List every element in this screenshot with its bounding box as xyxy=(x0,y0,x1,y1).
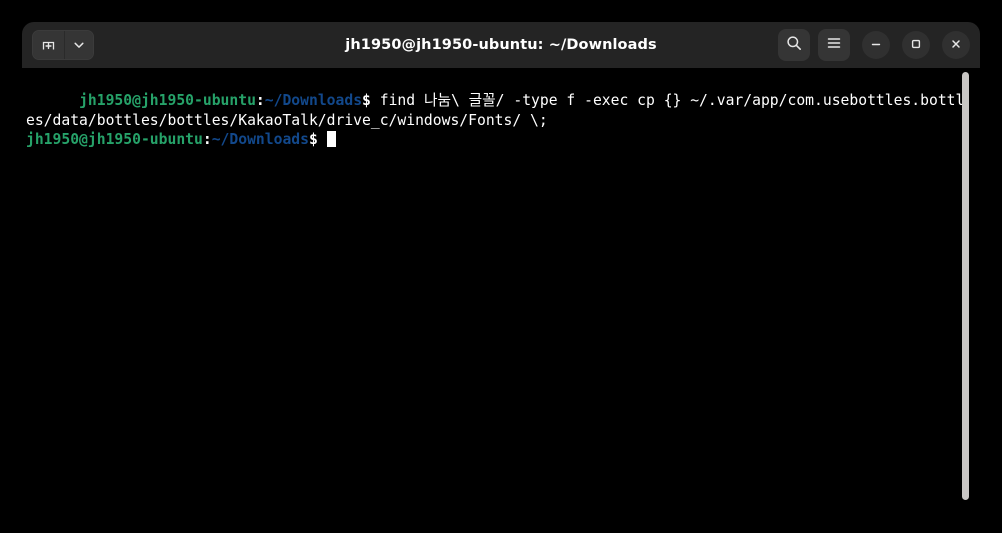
titlebar-right-controls xyxy=(770,29,970,61)
titlebar-left-controls xyxy=(32,30,94,60)
prompt-separator-2: : xyxy=(202,131,212,149)
terminal-scrollbar-thumb[interactable] xyxy=(962,72,969,500)
prompt-separator-1: : xyxy=(255,92,265,110)
prompt-user-host-2: jh1950@jh1950-ubuntu xyxy=(26,131,203,149)
title-bar: jh1950@jh1950-ubuntu: ~/Downloads xyxy=(22,22,980,68)
terminal-scrollbar[interactable] xyxy=(958,68,972,533)
tab-plus-icon xyxy=(40,37,57,54)
terminal-output[interactable]: jh1950@jh1950-ubuntu:~/Downloads$ find 나… xyxy=(26,72,966,169)
maximize-icon xyxy=(909,36,923,55)
search-icon xyxy=(785,34,803,56)
close-button[interactable] xyxy=(942,31,970,59)
chevron-down-icon xyxy=(72,38,86,52)
prompt-user-host-1: jh1950@jh1950-ubuntu xyxy=(79,92,256,110)
minimize-button[interactable] xyxy=(862,31,890,59)
hamburger-menu-icon xyxy=(825,34,843,56)
maximize-button[interactable] xyxy=(902,31,930,59)
new-tab-options-button[interactable] xyxy=(64,31,93,59)
main-menu-button[interactable] xyxy=(818,29,850,61)
terminal-window: jh1950@jh1950-ubuntu: ~/Downloads jh1950… xyxy=(0,0,1002,533)
prompt-symbol-2: $ xyxy=(308,131,318,149)
prompt-path-1: ~/Downloads xyxy=(264,92,363,110)
prompt-symbol-1: $ xyxy=(362,92,371,110)
prompt-path-2: ~/Downloads xyxy=(211,131,309,149)
close-icon xyxy=(949,36,963,55)
command-text-2 xyxy=(318,131,327,148)
terminal-cursor xyxy=(326,131,336,148)
terminal-body[interactable]: jh1950@jh1950-ubuntu:~/Downloads$ find 나… xyxy=(22,68,980,533)
new-tab-control-group xyxy=(32,30,94,60)
new-tab-button[interactable] xyxy=(33,31,64,59)
minimize-icon xyxy=(869,36,883,55)
search-button[interactable] xyxy=(778,29,810,61)
